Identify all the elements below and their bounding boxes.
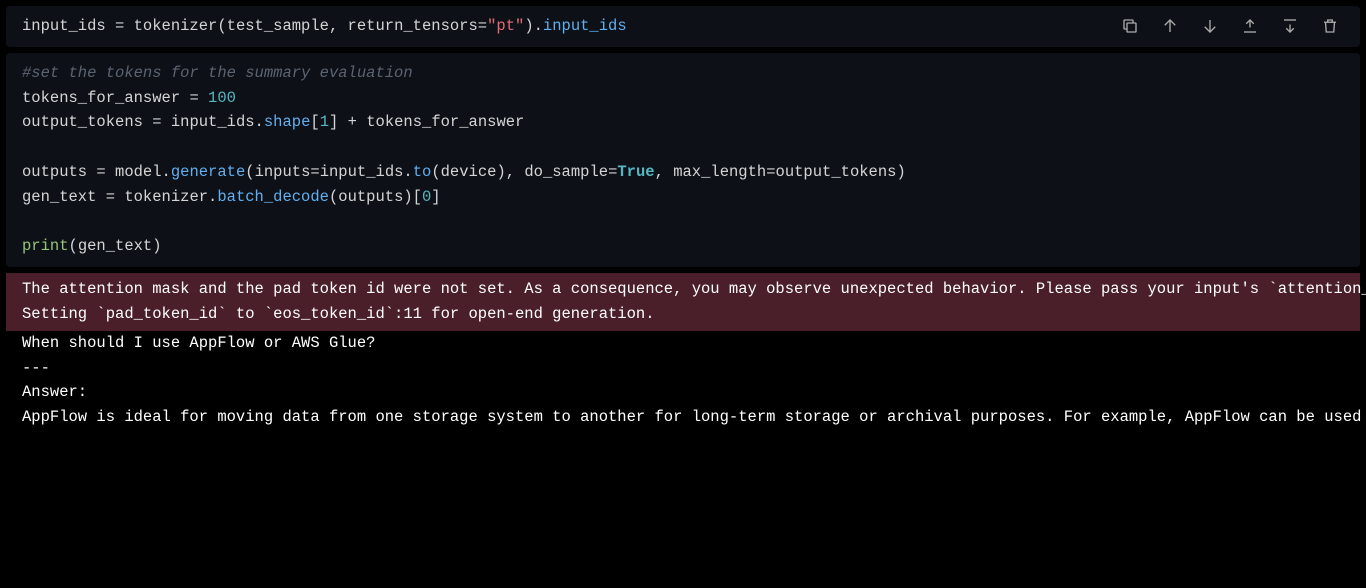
code-token: output_tokens: [22, 113, 152, 131]
code-token: output_tokens): [776, 163, 906, 181]
trash-icon[interactable]: [1320, 16, 1340, 36]
code-line[interactable]: input_ids = tokenizer(test_sample, retur…: [22, 14, 627, 39]
code-token: ]: [431, 188, 440, 206]
code-token: 0: [422, 188, 431, 206]
code-token: tokenizer(test_sample, return_tensors: [134, 17, 478, 35]
code-token: [: [310, 113, 319, 131]
code-token: tokens_for_answer: [366, 113, 524, 131]
code-token: "pt": [487, 17, 524, 35]
code-token: gen_text: [22, 188, 106, 206]
code-token: shape: [264, 113, 311, 131]
copy-icon[interactable]: [1120, 16, 1140, 36]
code-token: input_ids: [22, 17, 115, 35]
code-cell-2: #set the tokens for the summary evaluati…: [0, 53, 1366, 267]
output-warning: The attention mask and the pad token id …: [6, 273, 1360, 331]
code-token: =: [152, 113, 171, 131]
insert-below-icon[interactable]: [1280, 16, 1300, 36]
code-token: (outputs)[: [329, 188, 422, 206]
code-token: generate: [171, 163, 245, 181]
code-token: =: [608, 163, 617, 181]
code-token: input_ids.: [171, 113, 264, 131]
arrow-up-icon[interactable]: [1160, 16, 1180, 36]
code-token: outputs: [22, 163, 96, 181]
code-token: +: [348, 113, 367, 131]
output-stdout: When should I use AppFlow or AWS Glue? -…: [6, 331, 1360, 438]
code-token: (device), do_sample: [431, 163, 608, 181]
cell-toolbar: [1120, 14, 1344, 36]
code-token: to: [413, 163, 432, 181]
code-token: =: [106, 188, 125, 206]
code-token: #set the tokens for the summary evaluati…: [22, 64, 413, 82]
code-token: print: [22, 237, 69, 255]
code-token: =: [310, 163, 319, 181]
code-token: True: [617, 163, 654, 181]
code-token: =: [478, 17, 487, 35]
code-token: 100: [208, 89, 236, 107]
code-token: batch_decode: [217, 188, 329, 206]
arrow-down-icon[interactable]: [1200, 16, 1220, 36]
warning-text: The attention mask and the pad token id …: [22, 277, 1344, 327]
code-token: =: [96, 163, 115, 181]
code-token: (inputs: [245, 163, 310, 181]
code-token: , max_length: [655, 163, 767, 181]
code-token: model.: [115, 163, 171, 181]
code-block[interactable]: #set the tokens for the summary evaluati…: [22, 61, 1344, 259]
code-token: tokens_for_answer: [22, 89, 189, 107]
code-cell-1: input_ids = tokenizer(test_sample, retur…: [0, 6, 1366, 47]
code-token: =: [115, 17, 134, 35]
code-token: tokenizer.: [124, 188, 217, 206]
code-input-area[interactable]: input_ids = tokenizer(test_sample, retur…: [6, 6, 1360, 47]
code-token: input_ids.: [320, 163, 413, 181]
stdout-text: When should I use AppFlow or AWS Glue? -…: [22, 331, 1344, 430]
code-input-area[interactable]: #set the tokens for the summary evaluati…: [6, 53, 1360, 267]
insert-above-icon[interactable]: [1240, 16, 1260, 36]
code-token: ]: [329, 113, 348, 131]
code-token: input_ids: [543, 17, 627, 35]
code-token: =: [189, 89, 208, 107]
code-token: (gen_text): [69, 237, 162, 255]
code-token: =: [766, 163, 775, 181]
code-token: 1: [320, 113, 329, 131]
code-token: ).: [524, 17, 543, 35]
